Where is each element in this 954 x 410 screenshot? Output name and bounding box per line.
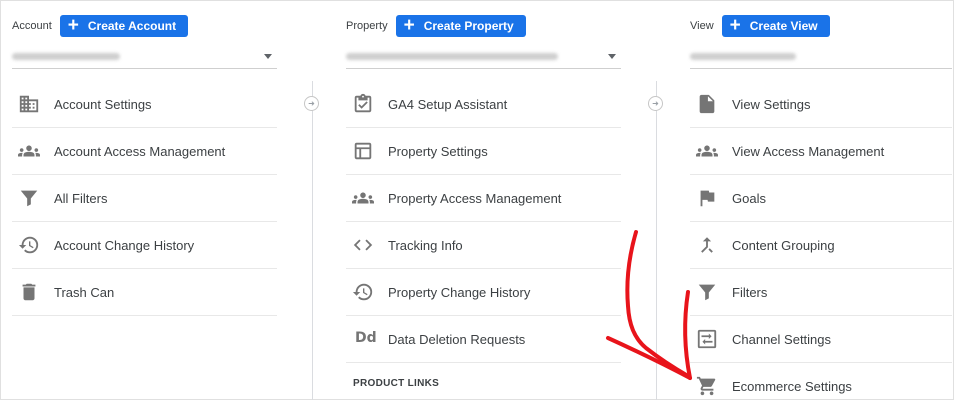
account-menu: Account Settings Account Access Manageme… [12, 81, 277, 316]
property-column-label: Property [346, 20, 388, 32]
view-header: View + Create View [690, 15, 830, 37]
view-column-label: View [690, 20, 714, 32]
property-selector-value [346, 53, 558, 60]
all-filters-label: All Filters [54, 190, 108, 206]
account-settings-label: Account Settings [54, 96, 152, 112]
goals-item[interactable]: Goals [690, 175, 952, 222]
view-selector-value [690, 53, 796, 60]
history-icon [352, 283, 373, 301]
channel-settings-label: Channel Settings [732, 331, 832, 347]
column-divider [312, 81, 313, 400]
property-access-management-label: Property Access Management [388, 190, 562, 206]
code-icon [353, 239, 373, 251]
view-menu: View Settings View Access Management Goa… [690, 81, 952, 410]
account-access-management-label: Account Access Management [54, 143, 226, 159]
document-icon [699, 94, 715, 114]
account-change-history-item[interactable]: Account Change History [12, 222, 277, 269]
ga4-setup-assistant-label: GA4 Setup Assistant [388, 96, 508, 112]
property-column: Property + Create Property GA4 Setup Ass… [346, 0, 621, 400]
view-settings-item[interactable]: View Settings [690, 81, 952, 128]
account-access-management-item[interactable]: Account Access Management [12, 128, 277, 175]
account-settings-item[interactable]: Account Settings [12, 81, 277, 128]
account-change-history-label: Account Change History [54, 237, 195, 253]
create-view-label: Create View [749, 19, 818, 33]
property-change-history-label: Property Change History [388, 284, 531, 300]
property-settings-label: Property Settings [388, 143, 488, 159]
create-account-button[interactable]: + Create Account [59, 15, 189, 37]
all-filters-item[interactable]: All Filters [12, 175, 277, 222]
view-access-management-item[interactable]: View Access Management [690, 128, 952, 175]
arrow-right-icon: ➜ [648, 96, 663, 111]
account-column-label: Account [12, 20, 52, 32]
filters-item[interactable]: Filters [690, 269, 952, 316]
property-access-management-item[interactable]: Property Access Management [346, 175, 621, 222]
ecommerce-settings-label: Ecommerce Settings [732, 379, 852, 394]
account-header: Account + Create Account [12, 15, 189, 37]
filters-label: Filters [732, 284, 768, 300]
create-property-label: Create Property [423, 19, 514, 33]
merge-icon [701, 237, 713, 253]
history-icon [18, 236, 39, 254]
people-icon [696, 145, 718, 157]
property-settings-item[interactable]: Property Settings [346, 128, 621, 175]
column-divider [656, 81, 657, 400]
channel-settings-item[interactable]: Channel Settings [690, 316, 952, 363]
property-selector[interactable] [346, 44, 621, 69]
product-links-heading: PRODUCT LINKS [353, 378, 440, 389]
account-selector-value [12, 53, 120, 60]
arrow-right-icon: ➜ [304, 96, 319, 111]
people-icon [352, 192, 374, 204]
view-access-management-label: View Access Management [732, 143, 885, 159]
channel-icon [697, 329, 717, 349]
property-change-history-item[interactable]: Property Change History [346, 269, 621, 316]
dd-glyph: Dd [355, 330, 377, 346]
view-selector[interactable] [690, 44, 952, 69]
people-icon [18, 145, 40, 157]
account-column: Account + Create Account Account Setting… [12, 0, 277, 400]
property-menu: GA4 Setup Assistant Property Settings Pr… [346, 81, 621, 363]
account-selector[interactable] [12, 44, 277, 69]
content-grouping-label: Content Grouping [732, 237, 835, 253]
create-account-label: Create Account [87, 19, 177, 33]
property-header: Property + Create Property [346, 15, 526, 37]
plus-icon: + [67, 15, 79, 36]
data-deletion-requests-label: Data Deletion Requests [388, 331, 526, 347]
view-column: View + Create View View Settings View Ac… [690, 0, 952, 400]
building-icon [19, 95, 39, 113]
filter-icon [698, 284, 716, 301]
plus-icon: + [729, 15, 741, 36]
data-deletion-requests-item[interactable]: Dd Data Deletion Requests [346, 316, 621, 363]
ga4-setup-assistant-item[interactable]: GA4 Setup Assistant [346, 81, 621, 128]
chevron-down-icon [608, 54, 616, 59]
tracking-info-label: Tracking Info [388, 237, 463, 253]
plus-icon: + [403, 15, 415, 36]
ecommerce-settings-item[interactable]: Ecommerce Settings [690, 363, 952, 410]
goals-label: Goals [732, 190, 766, 206]
view-settings-label: View Settings [732, 96, 811, 112]
tracking-info-item[interactable]: Tracking Info [346, 222, 621, 269]
layout-icon [354, 142, 372, 160]
chevron-down-icon [264, 54, 272, 59]
dd-icon: Dd [352, 328, 377, 350]
flag-icon [700, 190, 715, 207]
trash-can-label: Trash Can [54, 284, 115, 300]
trash-can-item[interactable]: Trash Can [12, 269, 277, 316]
checklist-icon [354, 93, 372, 113]
trash-icon [22, 283, 36, 301]
create-property-button[interactable]: + Create Property [395, 15, 526, 37]
filter-icon [20, 190, 38, 207]
content-grouping-item[interactable]: Content Grouping [690, 222, 952, 269]
create-view-button[interactable]: + Create View [721, 15, 830, 37]
cart-icon [696, 376, 716, 396]
